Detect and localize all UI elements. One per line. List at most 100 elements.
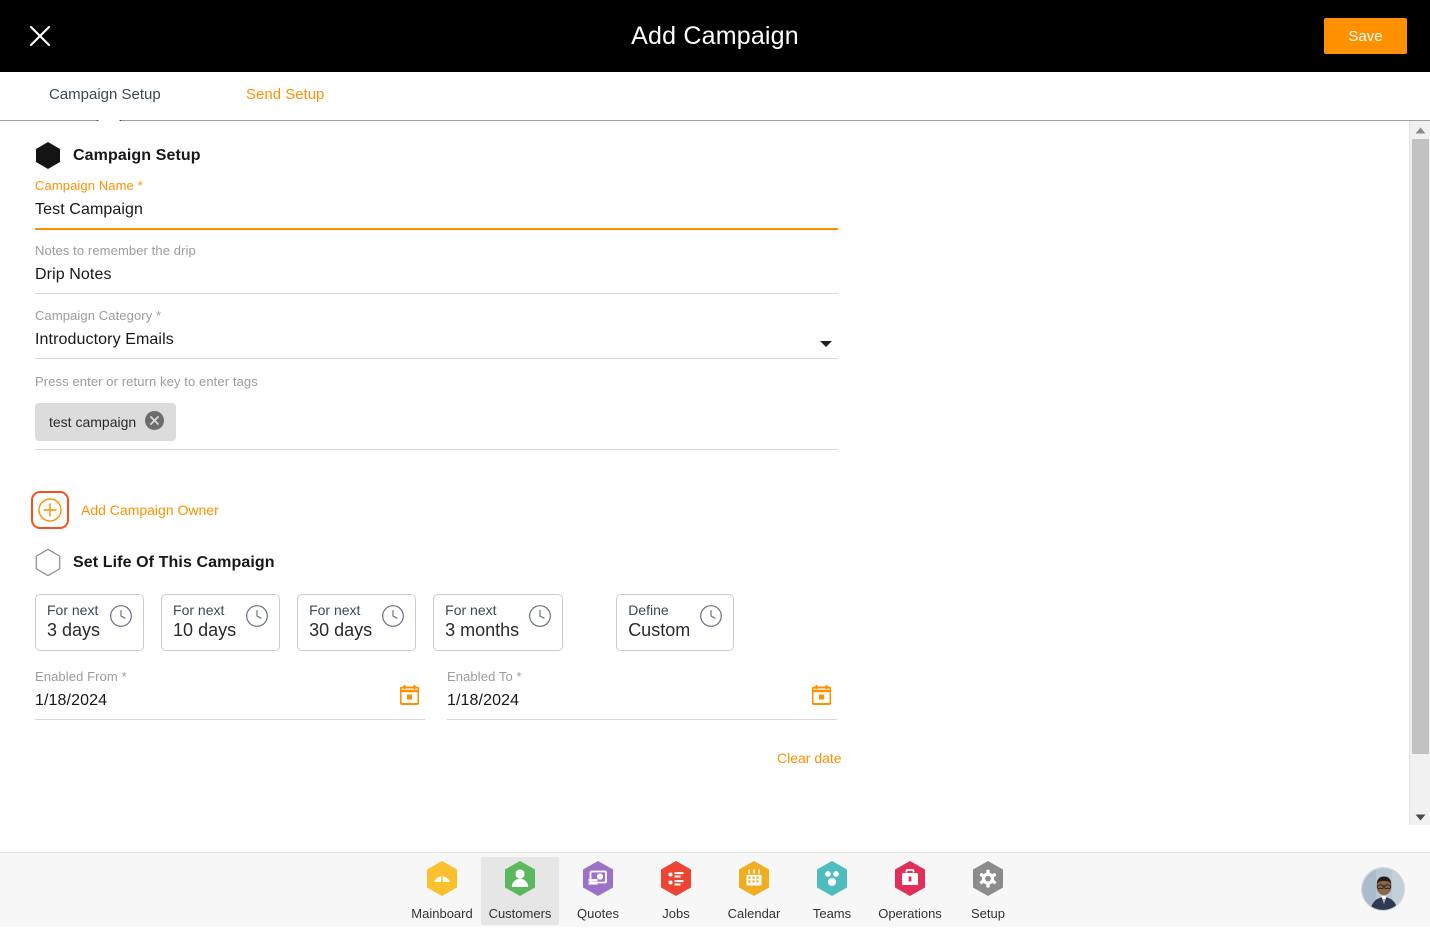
- field-label: Enabled From *: [35, 669, 425, 684]
- nav-item-label: Teams: [813, 906, 851, 921]
- duration-card-top: Define: [628, 602, 690, 619]
- gear-hex-icon: [971, 860, 1005, 902]
- duration-card-list: For next 3 days For next 10 days: [35, 594, 734, 651]
- field-underline: [35, 719, 425, 720]
- hexagon-outline-icon: [35, 548, 61, 577]
- nav-item-calendar[interactable]: Calendar: [715, 857, 793, 925]
- duration-card-bottom: 3 months: [445, 619, 519, 642]
- duration-card[interactable]: For next 10 days: [161, 594, 280, 651]
- scrollbar-thumb[interactable]: [1412, 139, 1429, 754]
- nav-item-teams[interactable]: Teams: [793, 857, 871, 925]
- tag-list: test campaign: [35, 397, 838, 441]
- duration-card-bottom: 30 days: [309, 619, 372, 642]
- person-hex-icon: [503, 860, 537, 902]
- checklist-hex-icon: [659, 860, 693, 902]
- clear-date-link[interactable]: Clear date: [777, 750, 842, 766]
- field-tags: Press enter or return key to enter tags …: [35, 374, 838, 450]
- duration-card-top: For next: [173, 602, 236, 619]
- add-campaign-owner-button[interactable]: Add Campaign Owner: [31, 491, 219, 529]
- nav-item-label: Calendar: [728, 906, 781, 921]
- duration-card-bottom: Custom: [628, 619, 690, 642]
- field-label: Notes to remember the drip: [35, 243, 838, 258]
- duration-card-top: For next: [309, 602, 372, 619]
- nav-item-customers[interactable]: Customers: [481, 857, 559, 925]
- field-label: Press enter or return key to enter tags: [35, 374, 838, 389]
- field-underline: [35, 449, 838, 450]
- nav-item-label: Setup: [971, 906, 1005, 921]
- avatar-icon: [1362, 868, 1404, 911]
- chevron-down-icon[interactable]: [820, 341, 832, 347]
- scroll-down-button[interactable]: [1410, 808, 1430, 825]
- nav-item-label: Mainboard: [411, 906, 472, 921]
- triangle-up-icon: [1415, 121, 1426, 139]
- field-enabled-to: Enabled To * 1/18/2024: [447, 669, 837, 720]
- field-enabled-from: Enabled From * 1/18/2024: [35, 669, 425, 720]
- add-campaign-owner-label: Add Campaign Owner: [81, 502, 219, 518]
- section-title: Set Life Of This Campaign: [73, 554, 275, 572]
- campaign-category-select[interactable]: Introductory Emails: [35, 331, 838, 358]
- tab-campaign-setup[interactable]: Campaign Setup: [49, 86, 161, 103]
- enabled-to-input[interactable]: 1/18/2024: [447, 692, 837, 719]
- field-underline: [35, 228, 838, 230]
- clock-icon: [381, 604, 405, 633]
- hexagon-filled-icon: [35, 141, 61, 170]
- triangle-down-icon: [1415, 808, 1426, 826]
- dashboard-hex-icon: [425, 860, 459, 902]
- duration-card-bottom: 10 days: [173, 619, 236, 642]
- briefcase-hex-icon: [893, 860, 927, 902]
- clock-icon: [528, 604, 552, 633]
- nav-item-label: Quotes: [577, 906, 619, 921]
- section-header-set-life: Set Life Of This Campaign: [35, 548, 275, 577]
- field-underline: [447, 719, 837, 720]
- tag-chip-label: test campaign: [49, 414, 136, 430]
- enabled-from-input[interactable]: 1/18/2024: [35, 692, 425, 719]
- field-notes: Notes to remember the drip Drip Notes: [35, 243, 838, 294]
- field-underline: [35, 358, 838, 359]
- field-underline: [35, 293, 838, 294]
- campaign-name-input[interactable]: Test Campaign: [35, 201, 838, 228]
- duration-card-top: For next: [47, 602, 100, 619]
- page-title: Add Campaign: [0, 22, 1430, 51]
- tab-bar: Campaign Setup Send Setup: [0, 72, 1430, 121]
- calendar-icon[interactable]: [400, 685, 419, 710]
- money-hex-icon: [581, 860, 615, 902]
- duration-card[interactable]: For next 30 days: [297, 594, 416, 651]
- calendar-hex-icon: [737, 860, 771, 902]
- duration-card[interactable]: For next 3 months: [433, 594, 563, 651]
- plus-circle-icon: [31, 491, 69, 529]
- top-bar: Add Campaign Save: [0, 0, 1430, 72]
- teams-hex-icon: [815, 860, 849, 902]
- field-label: Campaign Name *: [35, 178, 838, 193]
- tag-chip[interactable]: test campaign: [35, 403, 176, 441]
- field-campaign-name: Campaign Name * Test Campaign: [35, 178, 838, 230]
- nav-item-mainboard[interactable]: Mainboard: [403, 857, 481, 925]
- nav-item-quotes[interactable]: Quotes: [559, 857, 637, 925]
- tab-send-setup[interactable]: Send Setup: [246, 86, 324, 103]
- duration-card[interactable]: For next 3 days: [35, 594, 144, 651]
- nav-item-setup[interactable]: Setup: [949, 857, 1027, 925]
- close-circle-icon[interactable]: [145, 411, 164, 433]
- nav-item-jobs[interactable]: Jobs: [637, 857, 715, 925]
- avatar[interactable]: [1361, 867, 1405, 911]
- notes-input[interactable]: Drip Notes: [35, 266, 838, 293]
- nav-item-operations[interactable]: Operations: [871, 857, 949, 925]
- nav-item-list: Mainboard Customers: [0, 853, 1430, 928]
- clock-icon: [699, 604, 723, 633]
- duration-card-top: For next: [445, 602, 519, 619]
- calendar-icon[interactable]: [812, 685, 831, 710]
- field-label: Campaign Category *: [35, 308, 838, 323]
- field-campaign-category: Campaign Category * Introductory Emails: [35, 308, 838, 359]
- vertical-scrollbar[interactable]: [1409, 121, 1430, 825]
- clock-icon: [109, 604, 133, 633]
- section-title: Campaign Setup: [73, 147, 201, 165]
- nav-item-label: Operations: [878, 906, 942, 921]
- field-label: Enabled To *: [447, 669, 837, 684]
- save-button[interactable]: Save: [1324, 18, 1407, 54]
- duration-card[interactable]: Define Custom: [616, 594, 734, 651]
- nav-item-label: Jobs: [662, 906, 689, 921]
- campaign-form-panel: Campaign Setup Campaign Name * Test Camp…: [0, 121, 1392, 825]
- nav-item-label: Customers: [489, 906, 552, 921]
- scroll-up-button[interactable]: [1410, 121, 1430, 138]
- clock-icon: [245, 604, 269, 633]
- bottom-navigation-bar: Mainboard Customers: [0, 852, 1430, 927]
